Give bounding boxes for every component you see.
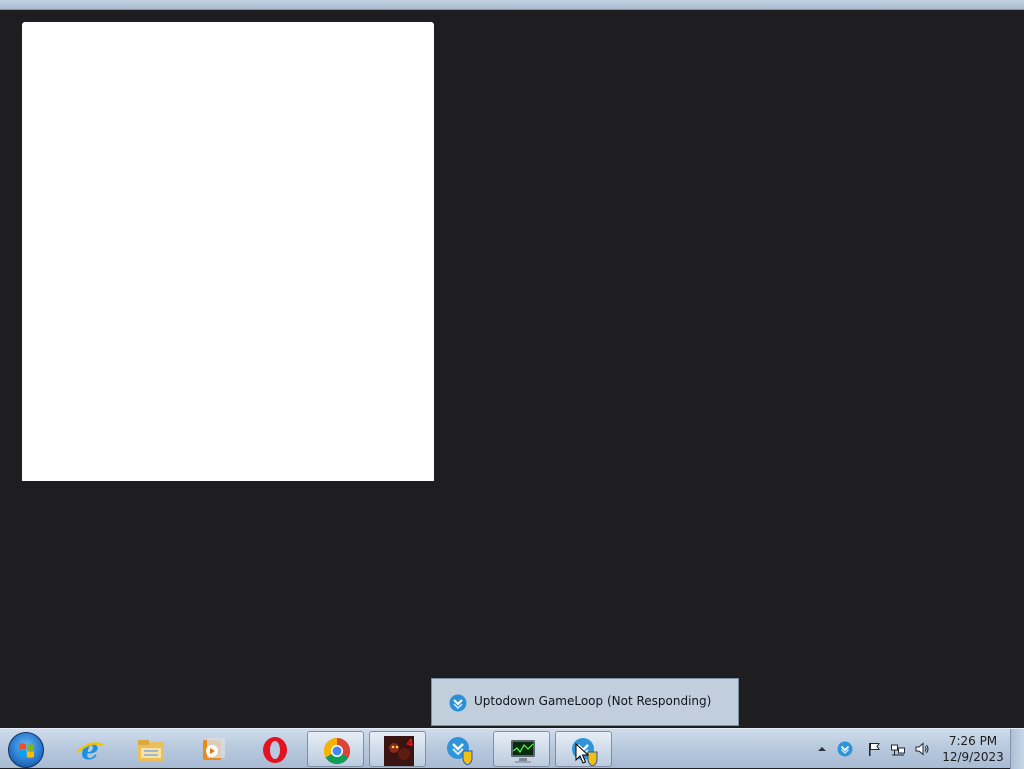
taskbar-gameloop[interactable] [431, 731, 488, 767]
start-button[interactable] [8, 732, 44, 768]
mouse-cursor-icon [575, 743, 589, 764]
clock-time: 7:26 PM [948, 734, 998, 748]
action-center-flag-icon[interactable] [866, 741, 882, 757]
show-hidden-icons-arrow[interactable] [814, 741, 830, 757]
media-player-icon [203, 738, 225, 760]
task-manager-icon [511, 740, 535, 763]
chrome-icon [323, 737, 351, 765]
network-icon[interactable] [890, 741, 906, 757]
taskbar-file-explorer[interactable] [122, 731, 179, 767]
thumbnail-title: Uptodown GameLoop (Not Responding) [474, 694, 712, 708]
taskbar: e 4 7:26 PM 12/9/2023 [0, 728, 1024, 769]
opera-icon [263, 737, 287, 763]
taskbar-chrome[interactable] [307, 731, 364, 767]
taskbar-internet-explorer[interactable]: e [61, 731, 118, 767]
top-window-edge [0, 0, 1024, 10]
svg-text:4: 4 [407, 738, 414, 749]
taskbar-game-app[interactable]: 4 [369, 731, 426, 767]
taskbar-opera[interactable] [246, 731, 303, 767]
clock-date: 12/9/2023 [942, 750, 1004, 764]
windows-logo-icon [19, 743, 34, 758]
gameloop-icon [449, 694, 467, 712]
taskbar-task-manager[interactable] [493, 731, 550, 767]
taskbar-media-player[interactable] [184, 731, 241, 767]
blank-app-window[interactable] [22, 22, 434, 481]
taskbar-thumbnail-popup[interactable]: Uptodown GameLoop (Not Responding) [431, 678, 739, 726]
gameloop-icon [447, 737, 473, 765]
svg-text:e: e [81, 735, 99, 765]
system-clock[interactable]: 7:26 PM 12/9/2023 [940, 733, 1006, 765]
volume-icon[interactable] [914, 741, 930, 757]
game-app-icon: 4 [384, 736, 414, 766]
show-desktop-button[interactable] [1010, 729, 1024, 769]
file-explorer-icon [138, 740, 164, 761]
internet-explorer-icon: e [77, 735, 104, 765]
gameloop-tray-icon[interactable] [837, 741, 853, 757]
